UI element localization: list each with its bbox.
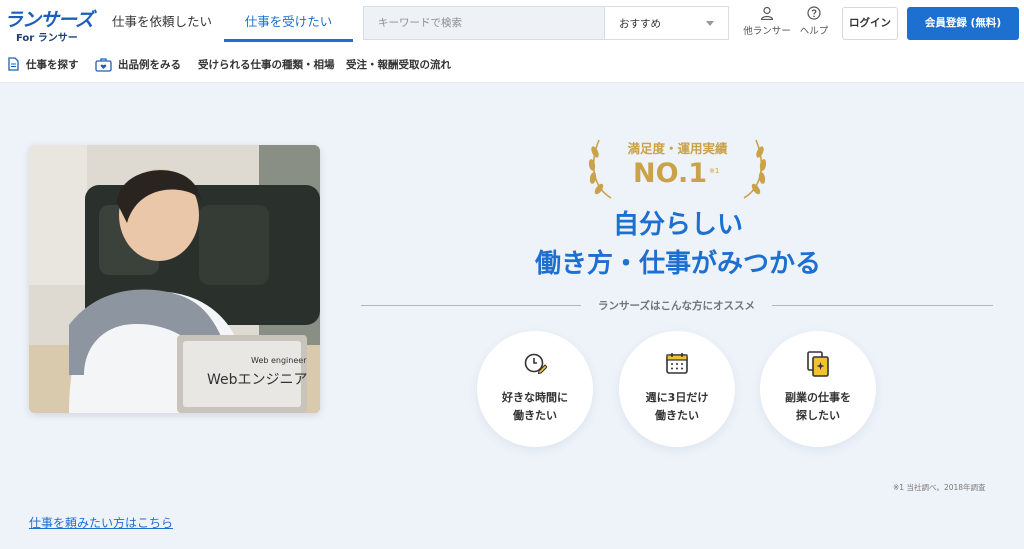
recommend-heading: ランサーズはこんな方にオススメ [598,300,755,312]
search-input[interactable] [364,7,604,39]
feature-2-line1: 週に3日だけ [645,391,709,404]
sub-navigation: 仕事を探す 出品例をみる 受けられる仕事の種類・相場 受注・報酬受取の流れ [0,46,1024,83]
subnav-work-types[interactable]: 受けられる仕事の種類・相場 [198,56,335,74]
tab-order-work[interactable]: 仕事を依頼したい [100,0,224,40]
sort-select[interactable]: おすすめ [604,7,728,39]
login-button[interactable]: ログイン [842,7,898,40]
subnav-order-flow[interactable]: 受注・報酬受取の流れ [346,56,451,74]
site-header: ランサーズ For ランサー 仕事を依頼したい 仕事を受けたい おすすめ 他ラン… [0,0,1024,46]
hero-headline-line2: 働き方・仕事がみつかる [534,249,821,279]
other-lancers-label: 他ランサー [743,26,791,37]
subnav-view-samples-label: 出品例をみる [118,59,181,71]
tab-receive-work[interactable]: 仕事を受けたい [224,0,353,42]
document-icon [8,57,19,71]
help-link[interactable]: ヘルプ [796,6,832,42]
documents-sparkle-icon [807,351,829,377]
register-button[interactable]: 会員登録 (無料) [907,7,1019,40]
order-work-link[interactable]: 仕事を頼みたい方はこちら [29,514,173,531]
subnav-find-work[interactable]: 仕事を探す [8,56,79,74]
search-bar: おすすめ [363,6,729,40]
help-icon [807,6,821,20]
award-footnote-mark: ※1 [709,167,720,175]
feature-flexible-hours: 好きな時間に 働きたい [477,331,593,447]
photo-caption-english: Web engineer [251,356,307,365]
feature-3-line1: 副業の仕事を [785,391,851,404]
clock-pencil-icon [524,353,547,375]
help-label: ヘルプ [799,26,829,37]
sort-select-value: おすすめ [619,18,661,30]
other-lancers-link[interactable]: 他ランサー [740,6,794,42]
chevron-down-icon [706,21,714,26]
divider-left [361,305,581,306]
calendar-icon [666,353,688,374]
user-icon [760,6,774,20]
subnav-find-work-label: 仕事を探す [26,59,79,71]
feature-1-line1: 好きな時間に [502,391,568,404]
hero-photo: Web engineer Webエンジニア [29,145,320,413]
divider-right [772,305,993,306]
subnav-view-samples[interactable]: 出品例をみる [95,56,181,74]
feature-2-line2: 働きたい [655,409,699,422]
hero-headline-line1: 自分らしい [612,210,743,240]
lancers-logo[interactable]: ランサーズ For ランサー [4,5,94,44]
award-rank: NO.1 [633,158,707,189]
award-badge: 満足度・運用実績 NO.1 ※1 [585,132,770,202]
award-label: 満足度・運用実績 [627,141,728,156]
feature-3-line2: 探したい [796,409,840,422]
survey-footnote: ※1 当社調べ。2018年調査 [893,483,986,492]
photo-caption: Webエンジニア [207,372,308,388]
feature-1-line2: 働きたい [513,409,557,422]
logo-subtitle: For ランサー [16,33,78,44]
briefcase-heart-icon [95,58,112,72]
logo-wordmark: ランサーズ [4,9,94,31]
feature-side-job: 副業の仕事を 探したい [760,331,876,447]
feature-three-days: 週に3日だけ 働きたい [619,331,735,447]
